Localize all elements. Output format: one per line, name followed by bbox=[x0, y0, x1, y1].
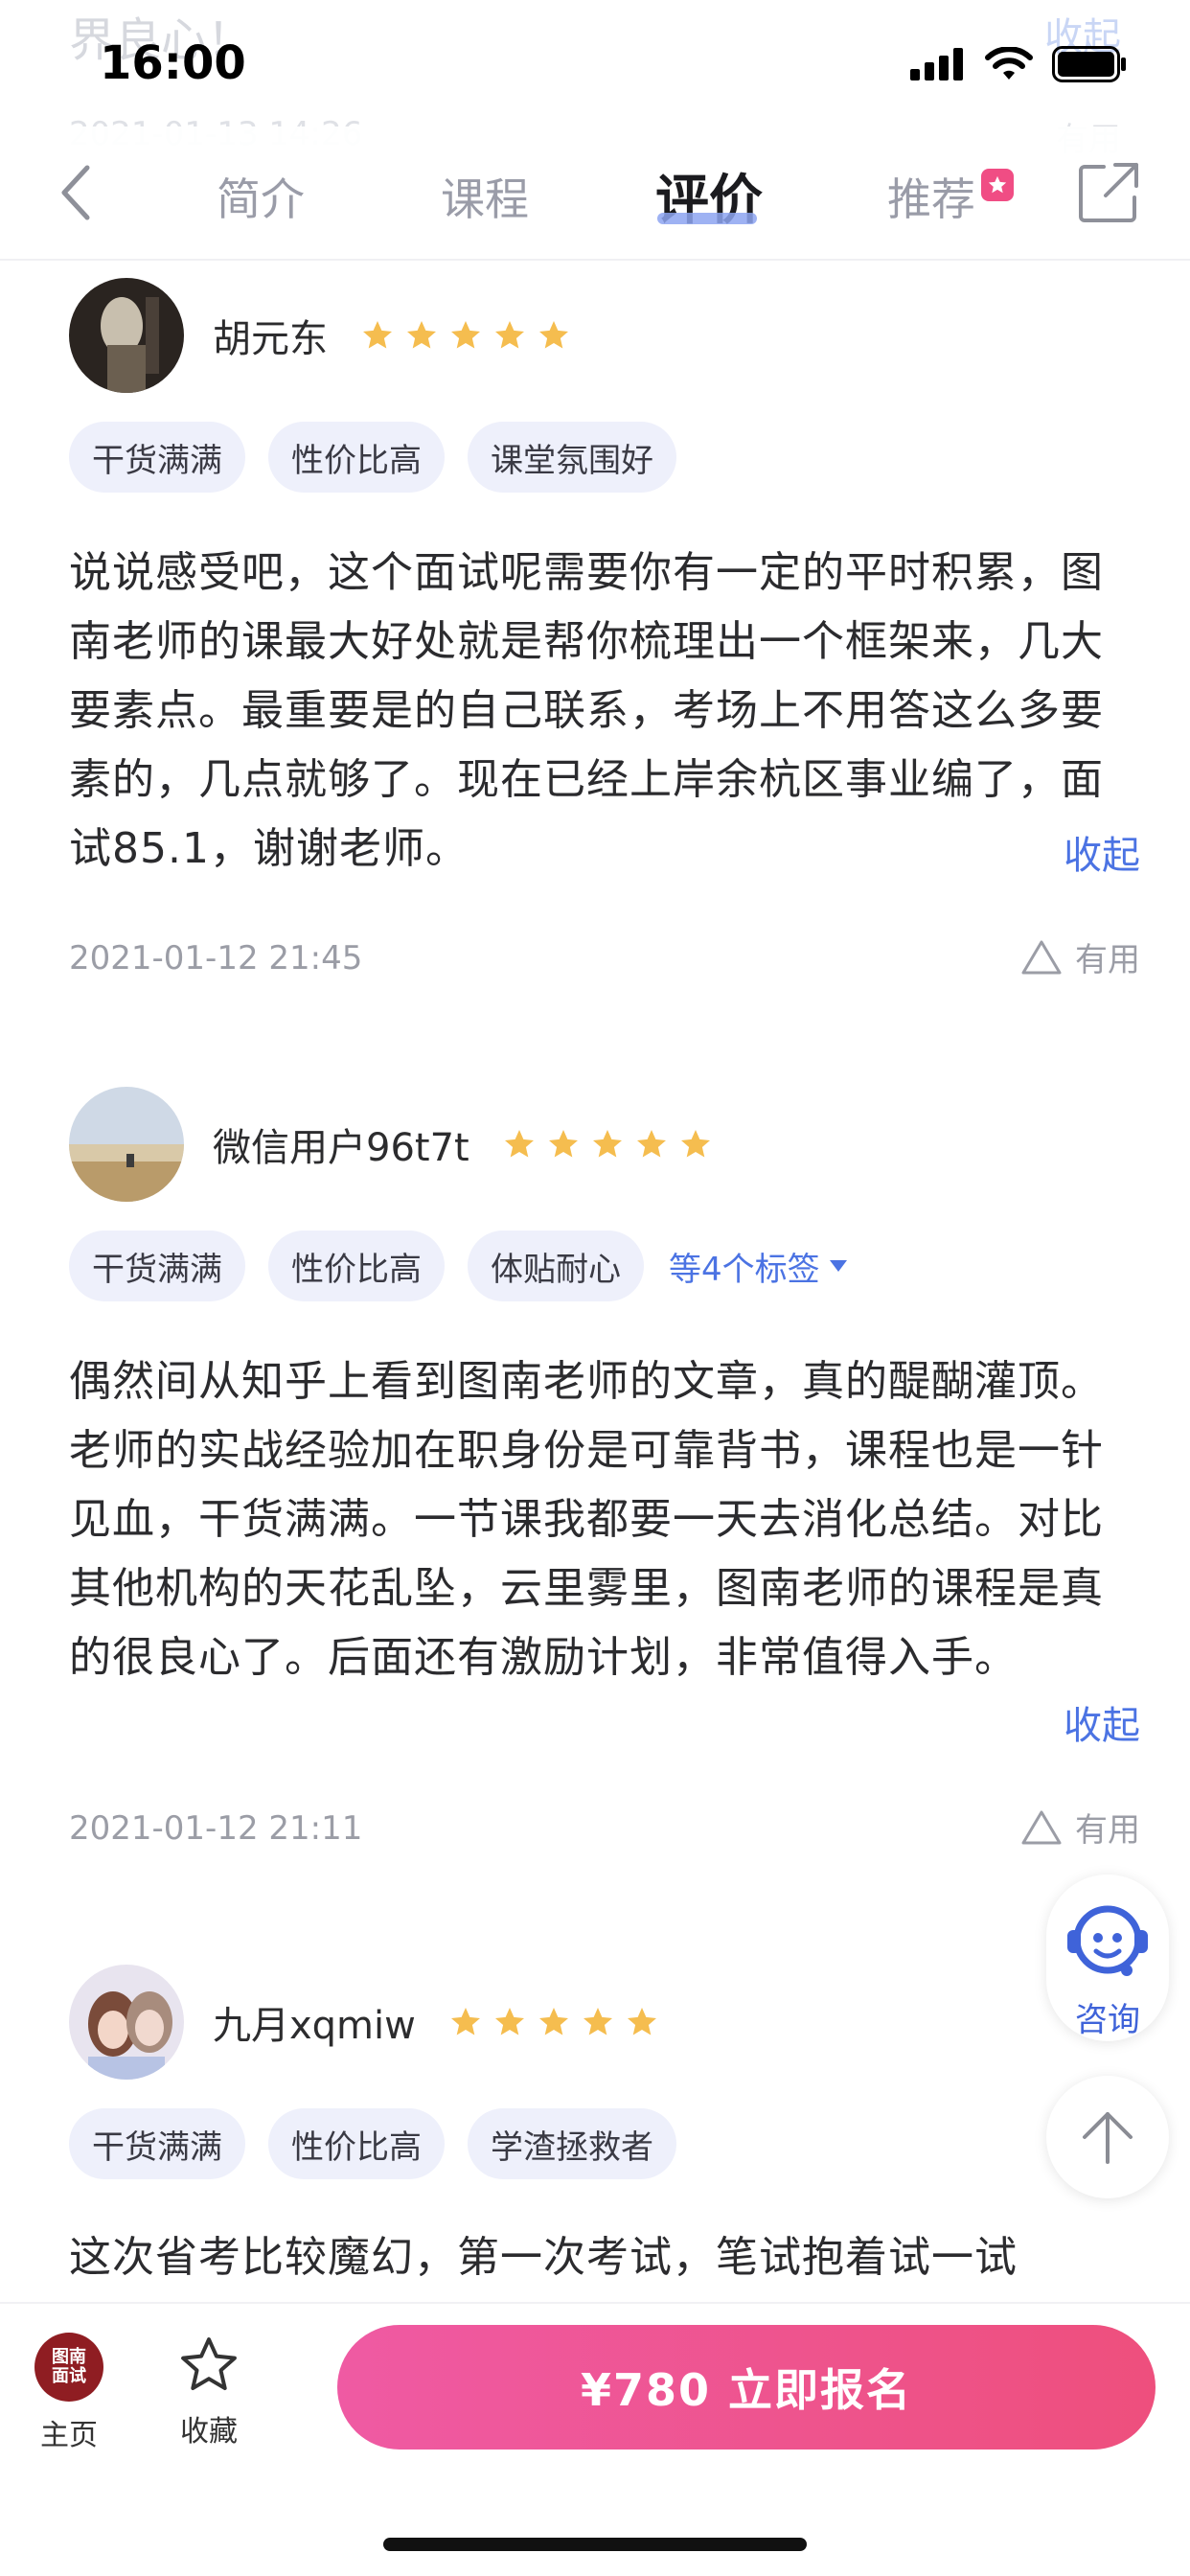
customer-service-face-icon bbox=[1067, 1905, 1148, 1976]
review-tag: 性价比高 bbox=[268, 422, 445, 493]
star-icon bbox=[627, 2008, 656, 2036]
star-icon bbox=[680, 1130, 710, 1158]
review-header: 九月xqmiw bbox=[69, 1965, 659, 2080]
favorite-button[interactable]: 收藏 bbox=[169, 2333, 249, 2450]
review-header: 胡元东 bbox=[69, 278, 571, 393]
review-tag: 干货满满 bbox=[69, 1230, 245, 1301]
star-rating bbox=[502, 1127, 713, 1162]
status-bar: 16:00 bbox=[0, 0, 1190, 126]
back-button[interactable] bbox=[46, 159, 103, 226]
star-icon bbox=[636, 1130, 666, 1158]
star-icon bbox=[583, 2008, 612, 2036]
review-item: 九月xqmiw 干货满满 性价比高 学渣拯救者 这次省考比较魔幻，第一次考试，笔… bbox=[23, 1965, 1167, 2302]
star-icon bbox=[504, 1130, 534, 1158]
useful-button[interactable]: 有用 bbox=[1019, 1804, 1140, 1851]
review-item: 微信用户96t7t 干货满满 性价比高 体贴耐心 等4个标签 偶然间从知乎上看到… bbox=[23, 1087, 1167, 1949]
review-list: 胡元东 干货满满 性价比高 课堂氛围好 说说感受吧，这个面试呢需要你有一定的平时… bbox=[23, 261, 1167, 2302]
review-text: 说说感受吧，这个面试呢需要你有一定的平时积累，图南老师的课最大好处就是帮你梳理出… bbox=[69, 548, 1104, 873]
recommend-star-badge-icon bbox=[981, 169, 1014, 201]
tab-course[interactable]: 课程 bbox=[441, 165, 529, 228]
enroll-button[interactable]: ¥780 立即报名 bbox=[337, 2325, 1156, 2450]
review-tag: 课堂氛围好 bbox=[468, 422, 676, 493]
useful-label: 有用 bbox=[1075, 1811, 1140, 1850]
star-icon bbox=[451, 321, 480, 349]
chevron-left-icon bbox=[61, 165, 90, 220]
share-external-icon bbox=[1079, 163, 1138, 222]
thumbs-up-triangle-icon bbox=[1021, 940, 1062, 974]
back-to-top-button[interactable] bbox=[1046, 2076, 1169, 2198]
username: 胡元东 bbox=[213, 317, 328, 361]
review-tag: 性价比高 bbox=[268, 1230, 445, 1301]
review-tag: 干货满满 bbox=[69, 422, 245, 493]
star-rating bbox=[448, 2005, 659, 2039]
more-tags-label: 等4个标签 bbox=[669, 1250, 820, 1289]
star-icon bbox=[539, 321, 568, 349]
avatar[interactable] bbox=[69, 1087, 184, 1202]
battery-icon bbox=[1052, 46, 1126, 82]
review-date: 2021-01-12 21:45 bbox=[69, 939, 363, 978]
useful-label: 有用 bbox=[1075, 941, 1140, 979]
star-icon bbox=[494, 2008, 524, 2036]
review-tags: 干货满满 性价比高 学渣拯救者 bbox=[69, 2108, 676, 2179]
review-item: 胡元东 干货满满 性价比高 课堂氛围好 说说感受吧，这个面试呢需要你有一定的平时… bbox=[23, 278, 1167, 1054]
brand-logo: 图南 面试 bbox=[34, 2333, 103, 2402]
more-tags-toggle[interactable]: 等4个标签 bbox=[669, 1243, 849, 1290]
review-tags: 干货满满 性价比高 课堂氛围好 bbox=[69, 422, 676, 493]
review-header: 微信用户96t7t bbox=[69, 1087, 713, 1202]
star-outline-icon bbox=[181, 2337, 237, 2391]
status-icons bbox=[910, 46, 1127, 82]
share-button[interactable] bbox=[1077, 161, 1140, 224]
favorite-label: 收藏 bbox=[180, 2415, 238, 2449]
review-text: 偶然间从知乎上看到图南老师的文章，真的醍醐灌顶。老师的实战经验加在职身份是可靠背… bbox=[69, 1357, 1104, 1682]
status-time: 16:00 bbox=[100, 36, 246, 90]
review-date: 2021-01-12 21:11 bbox=[69, 1809, 363, 1848]
star-icon bbox=[363, 321, 392, 349]
tab-intro[interactable]: 简介 bbox=[217, 165, 305, 228]
bottom-action-bar: 图南 面试 主页 收藏 ¥780 立即报名 bbox=[0, 2302, 1190, 2576]
home-button[interactable]: 图南 面试 主页 bbox=[29, 2333, 109, 2453]
cellular-signal-icon bbox=[910, 48, 963, 80]
review-tag: 性价比高 bbox=[268, 2108, 445, 2179]
caret-down-icon bbox=[829, 1260, 847, 1272]
review-tag: 体贴耐心 bbox=[468, 1230, 644, 1301]
active-tab-indicator bbox=[657, 213, 757, 224]
consult-label: 咨询 bbox=[1075, 2001, 1140, 2039]
username: 九月xqmiw bbox=[213, 2004, 416, 2048]
star-icon bbox=[538, 2008, 568, 2036]
star-icon bbox=[450, 2008, 480, 2036]
home-label: 主页 bbox=[40, 2419, 98, 2452]
avatar[interactable] bbox=[69, 278, 184, 393]
wifi-icon bbox=[985, 47, 1033, 80]
review-tag: 学渣拯救者 bbox=[468, 2108, 676, 2179]
username: 微信用户96t7t bbox=[213, 1126, 469, 1170]
star-icon bbox=[592, 1130, 622, 1158]
review-tag: 干货满满 bbox=[69, 2108, 245, 2179]
star-rating bbox=[360, 318, 571, 353]
collapse-link[interactable]: 收起 bbox=[1064, 824, 1140, 880]
collapse-link[interactable]: 收起 bbox=[1064, 1694, 1140, 1750]
arrow-up-icon bbox=[1083, 2112, 1133, 2164]
useful-button[interactable]: 有用 bbox=[1019, 933, 1140, 980]
avatar[interactable] bbox=[69, 1965, 184, 2080]
star-icon bbox=[495, 321, 524, 349]
home-indicator bbox=[383, 2538, 807, 2551]
tab-recommend[interactable]: 推荐 bbox=[887, 165, 975, 228]
thumbs-up-triangle-icon bbox=[1021, 1810, 1062, 1844]
star-icon bbox=[548, 1130, 578, 1158]
top-navigation: 简介 课程 评价 推荐 bbox=[0, 126, 1190, 261]
star-icon bbox=[407, 321, 436, 349]
review-tags: 干货满满 性价比高 体贴耐心 等4个标签 bbox=[69, 1230, 849, 1301]
review-text: 这次省考比较魔幻，第一次考试，笔试抱着试一试 bbox=[69, 2233, 1018, 2282]
consult-button[interactable]: 咨询 bbox=[1046, 1874, 1169, 2041]
